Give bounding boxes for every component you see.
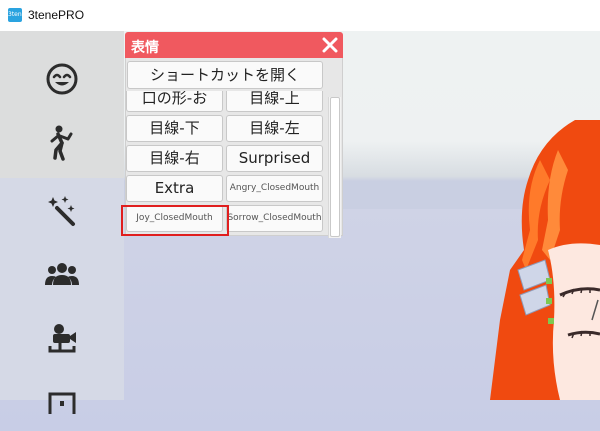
- title-bar: 3tene 3tenePRO: [0, 0, 600, 31]
- expression-button-gaze-up[interactable]: 目線-上: [226, 91, 323, 112]
- sidebar-item-tracking[interactable]: [38, 315, 86, 359]
- scrollbar-thumb[interactable]: [330, 97, 340, 237]
- app-icon-label: 3tene: [8, 11, 26, 18]
- panel-body: ショートカットを開く 口の形-お 目線-上 目線-下 目線-左 目線-右 Sur…: [125, 58, 343, 236]
- app-icon: 3tene: [8, 8, 26, 22]
- expression-button-joy-closed-mouth[interactable]: Joy_ClosedMouth: [126, 205, 223, 232]
- panel-scrollbar[interactable]: [328, 97, 341, 238]
- panel-title: 表情: [131, 40, 159, 56]
- magic-wand-icon: [48, 196, 75, 226]
- expression-button-mouth-o[interactable]: 口の形-お: [126, 91, 223, 112]
- expression-button-angry-closed-mouth[interactable]: Angry_ClosedMouth: [226, 175, 323, 202]
- expression-button-gaze-left[interactable]: 目線-左: [226, 115, 323, 142]
- expression-button-gaze-down[interactable]: 目線-下: [126, 115, 223, 142]
- sidebar-item-collaboration[interactable]: [38, 252, 86, 296]
- expression-panel: 表情 ショートカットを開く 口の形-お 目線-上 目線-下 目線-左 目線-右 …: [125, 32, 343, 238]
- sidebar-item-expressions[interactable]: [38, 57, 86, 101]
- group-people-icon: [45, 263, 79, 285]
- left-sidebar: [0, 31, 124, 414]
- expression-button-list[interactable]: 口の形-お 目線-上 目線-下 目線-左 目線-右 Surprised Extr…: [126, 91, 326, 236]
- expression-button-sorrow-closed-mouth[interactable]: Sorrow_ClosedMouth: [226, 205, 323, 232]
- pose-figure-icon: [50, 125, 73, 161]
- avatar-figure: [490, 120, 600, 400]
- smiley-face-icon: [46, 63, 78, 95]
- sidebar-item-effects[interactable]: [38, 188, 86, 232]
- webcam-tracking-icon: [48, 324, 76, 353]
- frame-icon: [48, 392, 76, 414]
- expression-button-surprised[interactable]: Surprised: [226, 145, 323, 172]
- expression-button-extra[interactable]: Extra: [126, 175, 223, 202]
- open-shortcuts-button[interactable]: ショートカットを開く: [127, 61, 323, 89]
- panel-header: 表情: [125, 32, 343, 58]
- expression-button-gaze-right[interactable]: 目線-右: [126, 145, 223, 172]
- window-title: 3tenePRO: [28, 8, 85, 22]
- sidebar-item-pose[interactable]: [38, 121, 86, 165]
- avatar-character: [480, 120, 600, 400]
- sidebar-item-frame[interactable]: [38, 377, 86, 421]
- close-button[interactable]: [320, 35, 340, 55]
- close-icon: [322, 37, 338, 53]
